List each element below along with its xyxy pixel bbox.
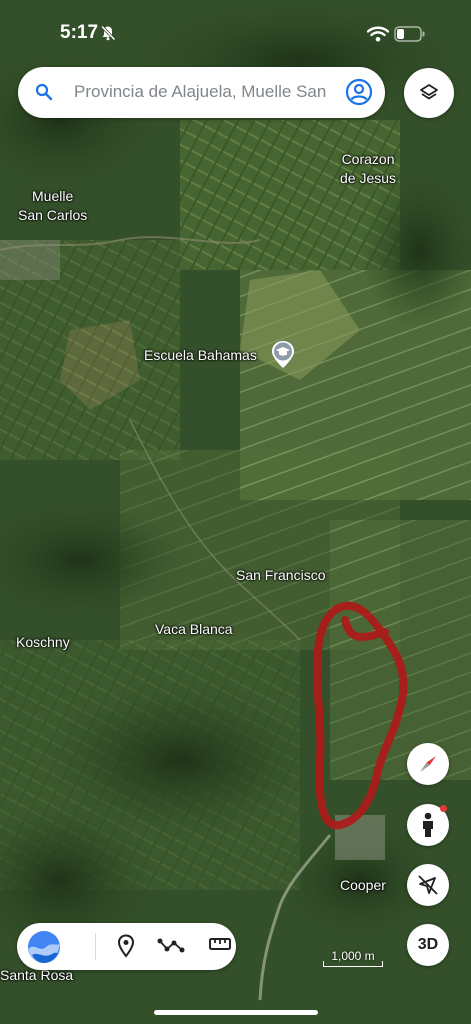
tool-bar (17, 923, 236, 970)
label-muelle-san-carlos: Muelle San Carlos (18, 188, 88, 223)
label-corazon-de-jesus: Corazon de Jesus (340, 151, 397, 186)
ruler-icon[interactable] (209, 937, 231, 951)
school-pin-icon[interactable] (270, 340, 296, 370)
home-indicator[interactable] (154, 1010, 318, 1015)
scale-bar: 1,000 m (323, 949, 383, 967)
layers-button[interactable] (404, 68, 454, 118)
layers-icon (420, 84, 438, 100)
navigation-off-icon (418, 875, 438, 895)
label-cooper: Cooper (340, 877, 386, 893)
satellite-map[interactable] (0, 0, 471, 1024)
3d-label: 3D (417, 936, 439, 953)
3d-toggle-button[interactable]: 3D (407, 924, 449, 966)
label-koschny: Koschny (16, 634, 70, 650)
label-san-francisco: San Francisco (236, 567, 326, 583)
pegman-icon (423, 812, 433, 837)
draw-path-icon[interactable] (157, 935, 185, 955)
google-earth-logo-icon[interactable] (26, 929, 62, 965)
account-icon[interactable] (345, 78, 373, 106)
search-icon (35, 83, 53, 101)
battery-icon (394, 26, 425, 42)
label-escuela-bahamas: Escuela Bahamas (144, 347, 257, 363)
wifi-icon (367, 26, 389, 42)
reset-tilt-button[interactable] (407, 864, 449, 906)
toolbar-divider (95, 933, 96, 960)
label-vaca-blanca: Vaca Blanca (155, 621, 233, 637)
search-query[interactable]: Provincia de Alajuela, Muelle San Carlos (74, 82, 330, 102)
compass-icon (420, 756, 436, 772)
status-bar: 5:17 (0, 0, 471, 60)
bell-slash-icon (100, 25, 116, 41)
notification-dot (440, 805, 447, 812)
search-bar[interactable]: Provincia de Alajuela, Muelle San Carlos (18, 67, 385, 118)
street-view-button[interactable] (407, 804, 449, 846)
compass-button[interactable] (407, 743, 449, 785)
placemark-icon[interactable] (117, 934, 135, 958)
scale-line (323, 961, 383, 967)
status-time: 5:17 (60, 22, 99, 43)
